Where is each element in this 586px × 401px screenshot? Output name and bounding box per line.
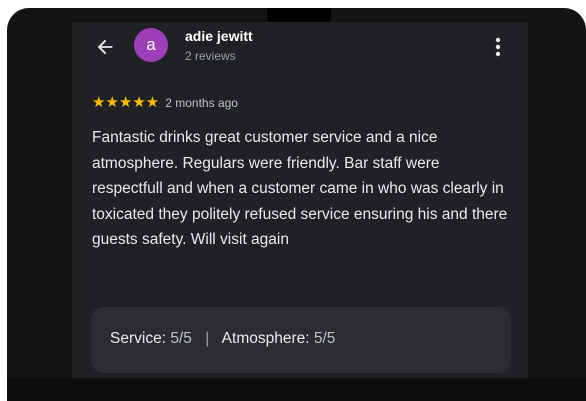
atmosphere-label: Atmosphere: bbox=[221, 330, 310, 347]
ratings-separator: | bbox=[205, 330, 210, 347]
device-bottom-bar bbox=[7, 378, 586, 401]
avatar[interactable]: a bbox=[134, 28, 168, 62]
rating-row: ★★★★★ 2 months ago bbox=[92, 95, 238, 111]
review-time: 2 months ago bbox=[165, 96, 238, 110]
service-label: Service: bbox=[110, 330, 166, 347]
atmosphere-value: 5/5 bbox=[313, 330, 336, 347]
arrow-left-icon[interactable] bbox=[94, 36, 116, 58]
service-value: 5/5 bbox=[170, 330, 192, 347]
review-screen: a adie jewitt 2 reviews ★★★★★ 2 months a… bbox=[72, 22, 528, 378]
sub-ratings-card: Service: 5/5 | Atmosphere: 5/5 bbox=[91, 307, 511, 373]
star-rating: ★★★★★ bbox=[92, 94, 160, 111]
more-vertical-icon[interactable] bbox=[490, 36, 506, 58]
review-text: Fantastic drinks great customer service … bbox=[92, 129, 508, 248]
sub-ratings-line: Service: 5/5 | Atmosphere: 5/5 bbox=[110, 330, 335, 348]
reviewer-review-count: 2 reviews bbox=[185, 49, 236, 63]
reviewer-name[interactable]: adie jewitt bbox=[185, 28, 253, 44]
